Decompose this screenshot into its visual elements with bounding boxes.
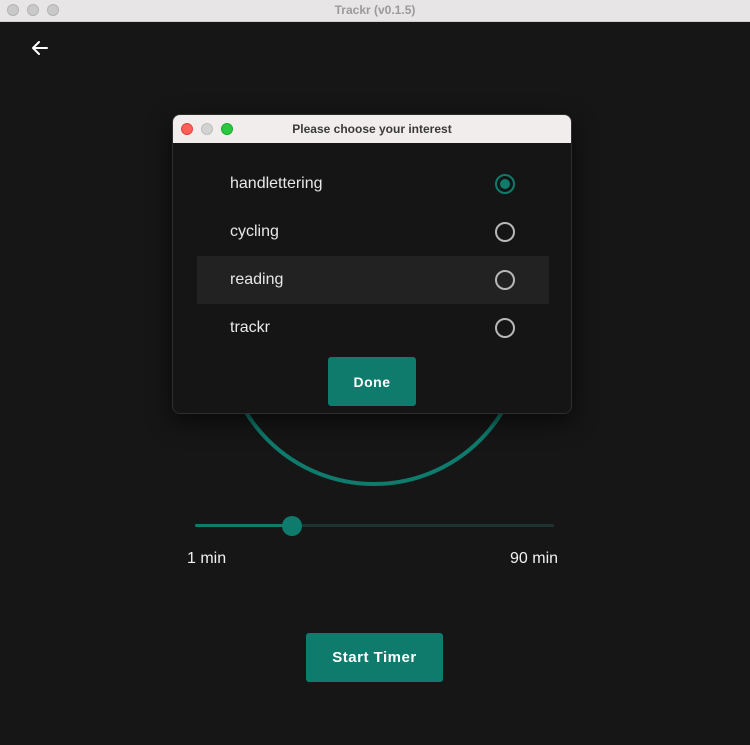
dialog-titlebar: Please choose your interest <box>173 115 571 143</box>
interest-option-trackr[interactable]: trackr <box>197 304 549 352</box>
option-label: trackr <box>230 319 270 336</box>
option-radio[interactable] <box>495 270 515 290</box>
slider-max-label: 90 min <box>510 550 559 567</box>
option-label: reading <box>230 271 284 288</box>
start-timer-button[interactable]: Start Timer <box>306 633 443 682</box>
interest-option-cycling[interactable]: cycling <box>197 208 549 256</box>
interest-dialog: Please choose your interest handletterin… <box>172 114 572 414</box>
interest-option-handlettering[interactable]: handlettering <box>197 160 549 208</box>
slider-min-label: 1 min <box>187 550 227 567</box>
option-radio[interactable] <box>495 222 515 242</box>
option-radio[interactable] <box>495 318 515 338</box>
option-radio[interactable] <box>495 174 515 194</box>
done-button[interactable]: Done <box>328 357 416 406</box>
slider-fill <box>195 524 292 527</box>
option-label: handlettering <box>230 175 323 192</box>
option-label: cycling <box>230 223 279 240</box>
dialog-title: Please choose your interest <box>292 122 452 136</box>
slider-thumb[interactable] <box>281 516 302 536</box>
app-window: Trackr (v0.1.5) 1 min 90 min Start Timer… <box>0 0 750 745</box>
interest-option-reading[interactable]: reading <box>197 256 549 304</box>
duration-slider[interactable] <box>195 513 554 537</box>
